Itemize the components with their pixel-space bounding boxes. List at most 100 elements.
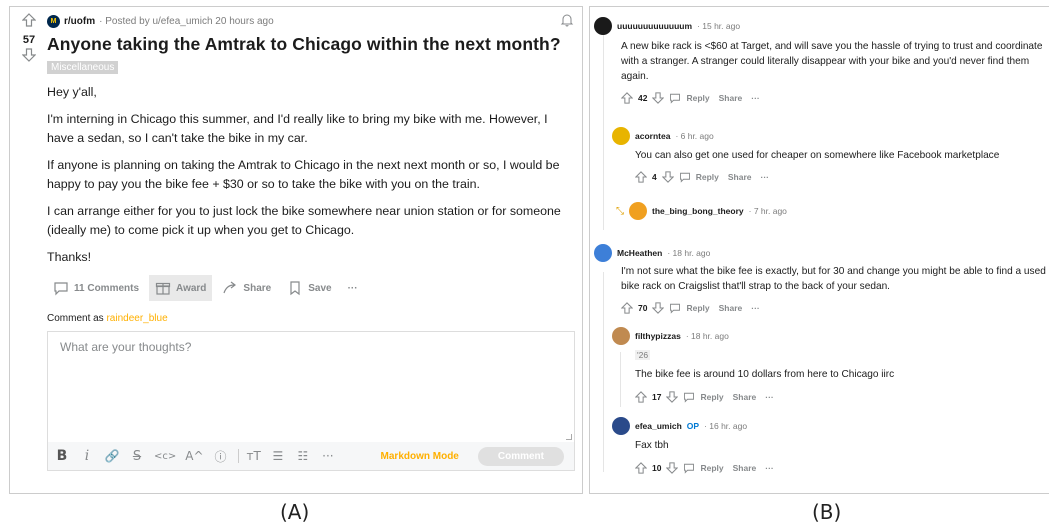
- expand-icon[interactable]: ⤡: [616, 206, 624, 217]
- heading-icon[interactable]: тT: [237, 449, 261, 463]
- comment-actions: 42 Reply Share ···: [594, 90, 1049, 106]
- more-icon[interactable]: ···: [751, 93, 760, 103]
- subreddit-link[interactable]: r/uofm: [64, 16, 95, 27]
- reply-icon[interactable]: [683, 391, 695, 403]
- comment-as-username[interactable]: raindeer_blue: [106, 313, 167, 324]
- numbered-list-icon[interactable]: ☷: [295, 449, 311, 463]
- spoiler-icon[interactable]: ⓘ: [213, 448, 229, 465]
- body-paragraph: I'm interning in Chicago this summer, an…: [47, 112, 548, 145]
- collapsed-comment[interactable]: ⤡ the_bing_bong_theory · 7 hr. ago: [616, 202, 1036, 220]
- post-panel: 57 M r/uofm · Posted by u/efea_umich 20 …: [9, 6, 583, 494]
- share-button[interactable]: Share: [733, 463, 757, 473]
- comment-header: efea_umich OP · 16 hr. ago: [612, 417, 1042, 435]
- downvote-icon[interactable]: [666, 462, 679, 474]
- avatar[interactable]: [629, 202, 647, 220]
- comment-votes: 70: [638, 303, 648, 313]
- upvote-icon[interactable]: [635, 391, 647, 403]
- reply-button[interactable]: Reply: [700, 463, 723, 473]
- more-icon[interactable]: ···: [761, 172, 770, 182]
- share-button[interactable]: Share: [216, 275, 277, 301]
- post-flair[interactable]: Miscellaneous: [47, 61, 119, 74]
- comment-username[interactable]: McHeathen: [617, 248, 662, 258]
- body-paragraph: Hey y'all,: [47, 85, 97, 99]
- reply-button[interactable]: Reply: [696, 172, 719, 182]
- comments-label: 11 Comments: [74, 282, 140, 294]
- gift-icon: [155, 282, 171, 295]
- reply-icon[interactable]: [669, 302, 681, 314]
- avatar[interactable]: [594, 17, 612, 35]
- comment-icon: [54, 282, 68, 296]
- upvote-icon[interactable]: [621, 302, 633, 314]
- comment-votes: 17: [652, 392, 662, 402]
- vote-count: 57: [22, 34, 36, 46]
- body-paragraph: If anyone is planning on taking the Amtr…: [47, 158, 560, 191]
- more-options-button[interactable]: ···: [342, 278, 364, 299]
- more-icon[interactable]: ···: [751, 303, 760, 313]
- italic-icon[interactable]: i: [79, 448, 95, 464]
- comment-actions: 70 Reply Share ···: [594, 300, 1049, 316]
- comment-actions: 10 Reply Share ···: [612, 460, 1042, 476]
- bulleted-list-icon[interactable]: ☰: [270, 449, 286, 463]
- comments-button[interactable]: 11 Comments: [47, 275, 145, 301]
- comment-header: uuuuuuuuuuuuum · 15 hr. ago: [594, 17, 1049, 35]
- share-button[interactable]: Share: [728, 172, 752, 182]
- subreddit-icon[interactable]: M: [47, 14, 60, 28]
- comment-username[interactable]: acorntea: [635, 131, 670, 141]
- markdown-mode-toggle[interactable]: Markdown Mode: [381, 451, 459, 462]
- superscript-icon[interactable]: A^: [185, 449, 203, 463]
- reply-button[interactable]: Reply: [700, 392, 723, 402]
- comment-submit-button[interactable]: Comment: [477, 446, 564, 466]
- comment-username[interactable]: efea_umich: [635, 421, 682, 431]
- reply-icon[interactable]: [679, 171, 691, 183]
- post-title[interactable]: Anyone taking the Amtrak to Chicago with…: [47, 34, 575, 55]
- resize-handle[interactable]: [566, 434, 572, 440]
- award-button[interactable]: Award: [149, 275, 213, 301]
- downvote-icon[interactable]: [652, 302, 665, 314]
- comment-text: Fax tbh: [635, 440, 669, 451]
- comment-editor[interactable]: What are your thoughts? B i 🔗 S <c> A^ ⓘ…: [47, 331, 575, 471]
- avatar[interactable]: [612, 127, 630, 145]
- posted-by: · Posted by u/efea_umich 20 hours ago: [99, 15, 274, 27]
- comment-header: ⤡ the_bing_bong_theory · 7 hr. ago: [616, 202, 1036, 220]
- avatar[interactable]: [594, 244, 612, 262]
- award-label: Award: [176, 282, 207, 294]
- inline-code-icon[interactable]: <c>: [154, 451, 176, 462]
- comment-as-line: Comment as raindeer_blue: [47, 313, 575, 324]
- share-button[interactable]: Share: [719, 303, 743, 313]
- share-button[interactable]: Share: [733, 392, 757, 402]
- bookmark-icon: [290, 281, 300, 296]
- more-icon[interactable]: ···: [765, 392, 774, 402]
- reply-button[interactable]: Reply: [686, 93, 709, 103]
- comment-username[interactable]: the_bing_bong_theory: [652, 206, 744, 216]
- figure-label-b: (B): [812, 500, 842, 524]
- downvote-icon[interactable]: [22, 48, 36, 62]
- downvote-icon[interactable]: [661, 171, 674, 183]
- comment-actions: 4 Reply Share ···: [612, 169, 1042, 185]
- more-icon[interactable]: ···: [765, 463, 774, 473]
- link-icon[interactable]: 🔗: [104, 449, 120, 463]
- downvote-icon[interactable]: [666, 391, 679, 403]
- bold-icon[interactable]: B: [54, 448, 70, 464]
- upvote-icon[interactable]: [635, 462, 647, 474]
- reply-button[interactable]: Reply: [686, 303, 709, 313]
- share-button[interactable]: Share: [719, 93, 743, 103]
- user-flair-row: '26: [612, 345, 1042, 363]
- comment-text: A new bike rack is <$60 at Target, and w…: [621, 41, 1043, 82]
- reply-icon[interactable]: [669, 92, 681, 104]
- strikethrough-icon[interactable]: S: [129, 449, 145, 464]
- user-flair: '26: [635, 350, 651, 360]
- downvote-icon[interactable]: [652, 92, 665, 104]
- comment-username[interactable]: filthypizzas: [635, 331, 681, 341]
- reply-icon[interactable]: [683, 462, 695, 474]
- comment-username[interactable]: uuuuuuuuuuuuum: [617, 21, 692, 31]
- more-formatting-icon[interactable]: ···: [320, 449, 336, 463]
- avatar[interactable]: [612, 327, 630, 345]
- comment-time: · 6 hr. ago: [675, 131, 714, 141]
- save-button[interactable]: Save: [281, 275, 337, 301]
- more-icon: ···: [347, 282, 358, 294]
- upvote-icon[interactable]: [635, 171, 647, 183]
- upvote-icon[interactable]: [621, 92, 633, 104]
- avatar[interactable]: [612, 417, 630, 435]
- upvote-icon[interactable]: [22, 13, 36, 27]
- comment-votes: 4: [652, 172, 657, 182]
